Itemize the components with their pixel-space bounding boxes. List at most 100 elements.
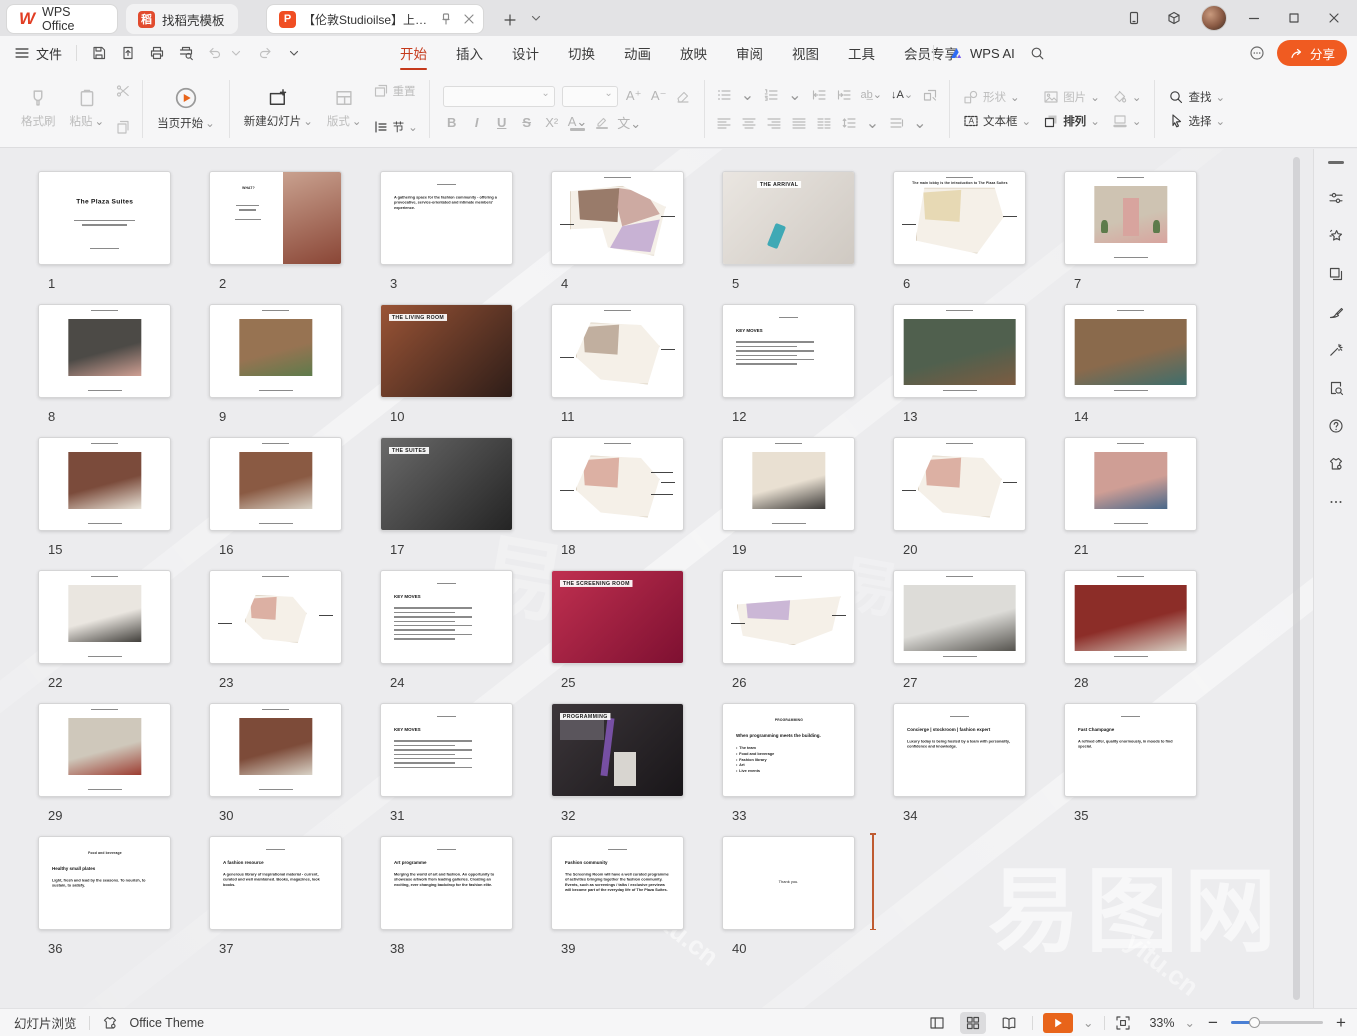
slide-sorter-canvas[interactable]: 易 易 yitu.cn yitu.cn 易图网 The Plaza Suites…	[0, 149, 1313, 1008]
slide-thumbnail-4[interactable]	[551, 171, 684, 265]
slide-thumbnail-13[interactable]	[893, 304, 1026, 398]
slide-thumbnail-19[interactable]	[722, 437, 855, 531]
tab-review[interactable]: 审阅	[734, 37, 765, 69]
slide-thumbnail-37[interactable]: A fashion resourceA generous library of …	[209, 836, 342, 930]
new-slide-button[interactable]: 新建幻灯片⌄	[237, 77, 320, 141]
slide-thumbnail-17[interactable]: THE SUITES	[380, 437, 513, 531]
slide-thumbnail-12[interactable]: KEY MOVES	[722, 304, 855, 398]
properties-sliders-icon[interactable]	[1328, 190, 1344, 206]
slide-thumbnail-14[interactable]	[1064, 304, 1197, 398]
theme-name-label[interactable]: Office Theme	[130, 1016, 205, 1030]
normal-view-button[interactable]	[924, 1012, 950, 1034]
zoom-slider[interactable]	[1231, 1021, 1323, 1024]
arrange-button[interactable]: 排列⌄	[1043, 113, 1100, 129]
slide-thumbnail-32[interactable]: PROGRAMMING	[551, 703, 684, 797]
asset-search-icon[interactable]	[1328, 380, 1344, 396]
slide-thumbnail-23[interactable]	[209, 570, 342, 664]
print-preview-button[interactable]	[178, 45, 194, 61]
clear-format-icon[interactable]	[675, 88, 691, 104]
tab-docer-templates[interactable]: 稻 找稻壳模板	[126, 4, 238, 34]
new-tab-button[interactable]	[502, 12, 518, 28]
tab-animation[interactable]: 动画	[622, 37, 653, 69]
slide-manager-icon[interactable]	[1328, 266, 1344, 282]
tab-view[interactable]: 视图	[790, 37, 821, 69]
line-spacing-icon[interactable]	[841, 115, 857, 131]
maximize-button[interactable]	[1281, 5, 1307, 31]
shapes-button[interactable]: 形状⌄	[963, 89, 1031, 105]
vertical-text-button[interactable]: ↓A⌄	[891, 88, 913, 101]
slide-thumbnail-1[interactable]: The Plaza Suites	[38, 171, 171, 265]
slide-thumbnail-7[interactable]	[1064, 171, 1197, 265]
pictures-button[interactable]: 图片⌄	[1043, 89, 1100, 105]
share-button[interactable]: 分享	[1277, 40, 1347, 66]
convert-smartart-icon[interactable]	[922, 87, 938, 103]
tab-home-ribbon[interactable]: 开始	[398, 37, 429, 69]
slide-thumbnail-29[interactable]	[38, 703, 171, 797]
close-window-button[interactable]	[1321, 5, 1347, 31]
slide-thumbnail-28[interactable]	[1064, 570, 1197, 664]
fit-to-window-icon[interactable]	[1115, 1015, 1131, 1031]
pinyin-guide-button[interactable]: 文⌄	[617, 113, 641, 132]
more-dots-icon[interactable]	[1328, 494, 1344, 510]
slide-thumbnail-15[interactable]	[38, 437, 171, 531]
slide-thumbnail-35[interactable]: Fast ChampagneA refined offer, quality e…	[1064, 703, 1197, 797]
slide-thumbnail-38[interactable]: Art programmeMerging the world of art an…	[380, 836, 513, 930]
slide-thumbnail-22[interactable]	[38, 570, 171, 664]
slide-thumbnail-26[interactable]	[722, 570, 855, 664]
columns-icon[interactable]	[816, 115, 832, 131]
collapse-handle[interactable]	[1328, 161, 1344, 164]
slide-thumbnail-3[interactable]: A gathering space for the fashion commun…	[380, 171, 513, 265]
slide-thumbnail-39[interactable]: Fashion communityThe Screening Room will…	[551, 836, 684, 930]
font-family-select[interactable]	[443, 86, 555, 107]
slide-thumbnail-40[interactable]: Thank you.	[722, 836, 855, 930]
slide-thumbnail-34[interactable]: Concierge | stockroom | fashion expertLu…	[893, 703, 1026, 797]
slide-thumbnail-31[interactable]: KEY MOVES	[380, 703, 513, 797]
superscript-button[interactable]: X²	[543, 115, 561, 130]
section-button[interactable]: 节⌄	[373, 119, 418, 135]
decrease-indent-icon[interactable]	[811, 87, 827, 103]
cut-icon[interactable]	[115, 83, 131, 99]
tab-active-document[interactable]: P 【伦敦Studioilse】上海恒隆广	[266, 4, 484, 34]
slide-thumbnail-33[interactable]: PROGRAMMINGWhen programming meets the bu…	[722, 703, 855, 797]
undo-button[interactable]	[207, 45, 223, 61]
undo-chevron[interactable]	[228, 45, 244, 61]
align-center-icon[interactable]	[741, 115, 757, 131]
strike-button[interactable]: S	[518, 115, 536, 130]
decrease-font-button[interactable]: A⁻	[650, 88, 668, 104]
skin-theme-icon[interactable]	[1328, 456, 1344, 472]
bold-button[interactable]: B	[443, 115, 461, 130]
slide-thumbnail-2[interactable]: WHAT?	[209, 171, 342, 265]
redo-button[interactable]	[257, 45, 273, 61]
wps-ai-button[interactable]: WPS AI	[970, 46, 1015, 61]
slide-thumbnail-27[interactable]	[893, 570, 1026, 664]
increase-indent-icon[interactable]	[836, 87, 852, 103]
output-button[interactable]	[120, 45, 136, 61]
font-color-button[interactable]: A⌄	[568, 114, 588, 130]
shape-fill-button[interactable]: ⌄	[1112, 89, 1142, 105]
layout-button[interactable]: 版式⌄	[320, 77, 369, 141]
zoom-slider-thumb[interactable]	[1249, 1017, 1260, 1028]
textbox-button[interactable]: A 文本框⌄	[963, 113, 1031, 129]
zoom-chevron[interactable]: ⌄	[1185, 1015, 1195, 1030]
save-button[interactable]	[91, 45, 107, 61]
numbered-list-icon[interactable]	[763, 87, 779, 103]
tab-design[interactable]: 设计	[510, 37, 541, 69]
tab-insert[interactable]: 插入	[454, 37, 485, 69]
zoom-in-button[interactable]: +	[1333, 1014, 1349, 1031]
help-icon[interactable]	[1328, 418, 1344, 434]
slide-sorter-view-button[interactable]	[960, 1012, 986, 1034]
slide-thumbnail-5[interactable]: THE ARRIVAL	[722, 171, 855, 265]
paragraph-spacing-icon[interactable]	[888, 115, 904, 131]
slide-thumbnail-30[interactable]	[209, 703, 342, 797]
slide-thumbnail-6[interactable]: The main lobby is the introduction to Th…	[893, 171, 1026, 265]
tab-list-chevron[interactable]	[528, 10, 544, 26]
reading-view-button[interactable]	[996, 1012, 1022, 1034]
slide-thumbnail-11[interactable]	[551, 304, 684, 398]
tab-transitions[interactable]: 切换	[566, 37, 597, 69]
font-size-select[interactable]	[562, 86, 618, 107]
quickbar-chevron[interactable]	[286, 45, 302, 61]
select-button[interactable]: 选择⌄	[1168, 113, 1225, 129]
underline-button[interactable]: U	[493, 115, 511, 130]
smart-beautify-wand-icon[interactable]	[1328, 342, 1344, 358]
slide-thumbnail-16[interactable]	[209, 437, 342, 531]
